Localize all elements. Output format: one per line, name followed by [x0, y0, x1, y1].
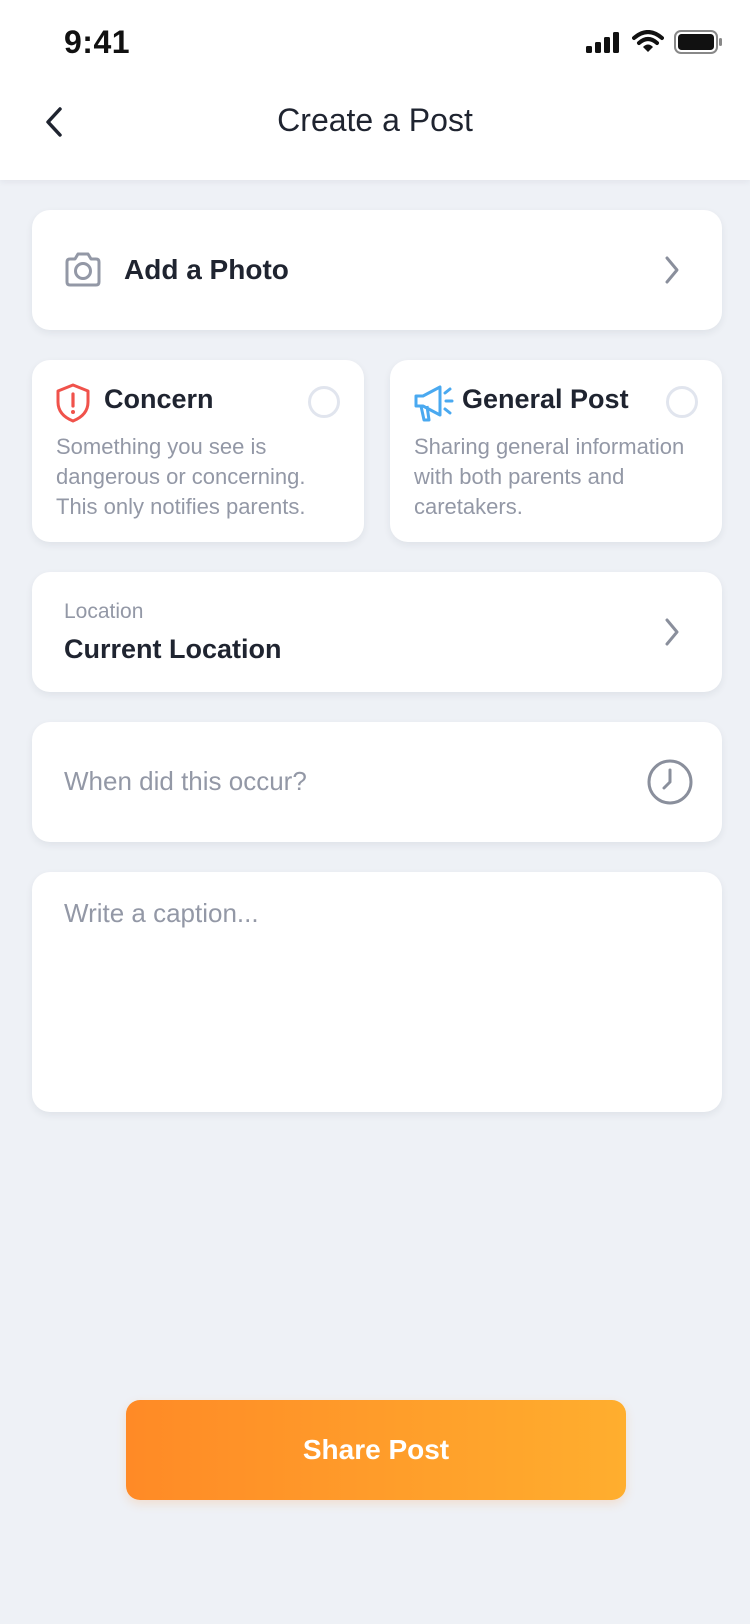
status-icons [586, 30, 722, 54]
top-header: 9:41 Create a Post [0, 0, 750, 180]
general-post-description: Sharing general information with both pa… [414, 434, 685, 519]
add-photo-button[interactable]: Add a Photo [32, 210, 722, 330]
chevron-right-icon [665, 256, 679, 284]
signal-icon [586, 32, 619, 53]
general-post-radio[interactable] [666, 386, 698, 418]
battery-icon [674, 30, 722, 54]
share-post-button[interactable]: Share Post [126, 1400, 626, 1500]
concern-option[interactable]: Concern Something you see is dangerous o… [32, 360, 364, 542]
concern-description: Something you see is dangerous or concer… [56, 434, 306, 519]
clock-icon [647, 759, 693, 805]
location-selector[interactable]: Location Current Location [32, 572, 722, 692]
caption-input[interactable] [32, 872, 722, 1112]
concern-title: Concern [104, 384, 214, 414]
megaphone-icon [414, 385, 454, 422]
concern-radio[interactable] [308, 386, 340, 418]
location-value: Current Location [64, 634, 282, 664]
general-post-option[interactable]: General Post Sharing general information… [390, 360, 722, 542]
shield-alert-icon [56, 383, 90, 423]
occurrence-time-field[interactable]: When did this occur? [32, 722, 722, 842]
chevron-right-icon [665, 618, 679, 646]
camera-icon [65, 252, 101, 287]
general-post-title: General Post [462, 384, 629, 414]
add-photo-label: Add a Photo [124, 254, 289, 285]
location-label: Location [64, 600, 144, 623]
caption-card [32, 872, 722, 1112]
status-time: 9:41 [64, 24, 131, 60]
occurrence-time-placeholder: When did this occur? [64, 766, 307, 796]
page-title: Create a Post [277, 102, 473, 138]
wifi-icon [632, 30, 664, 52]
